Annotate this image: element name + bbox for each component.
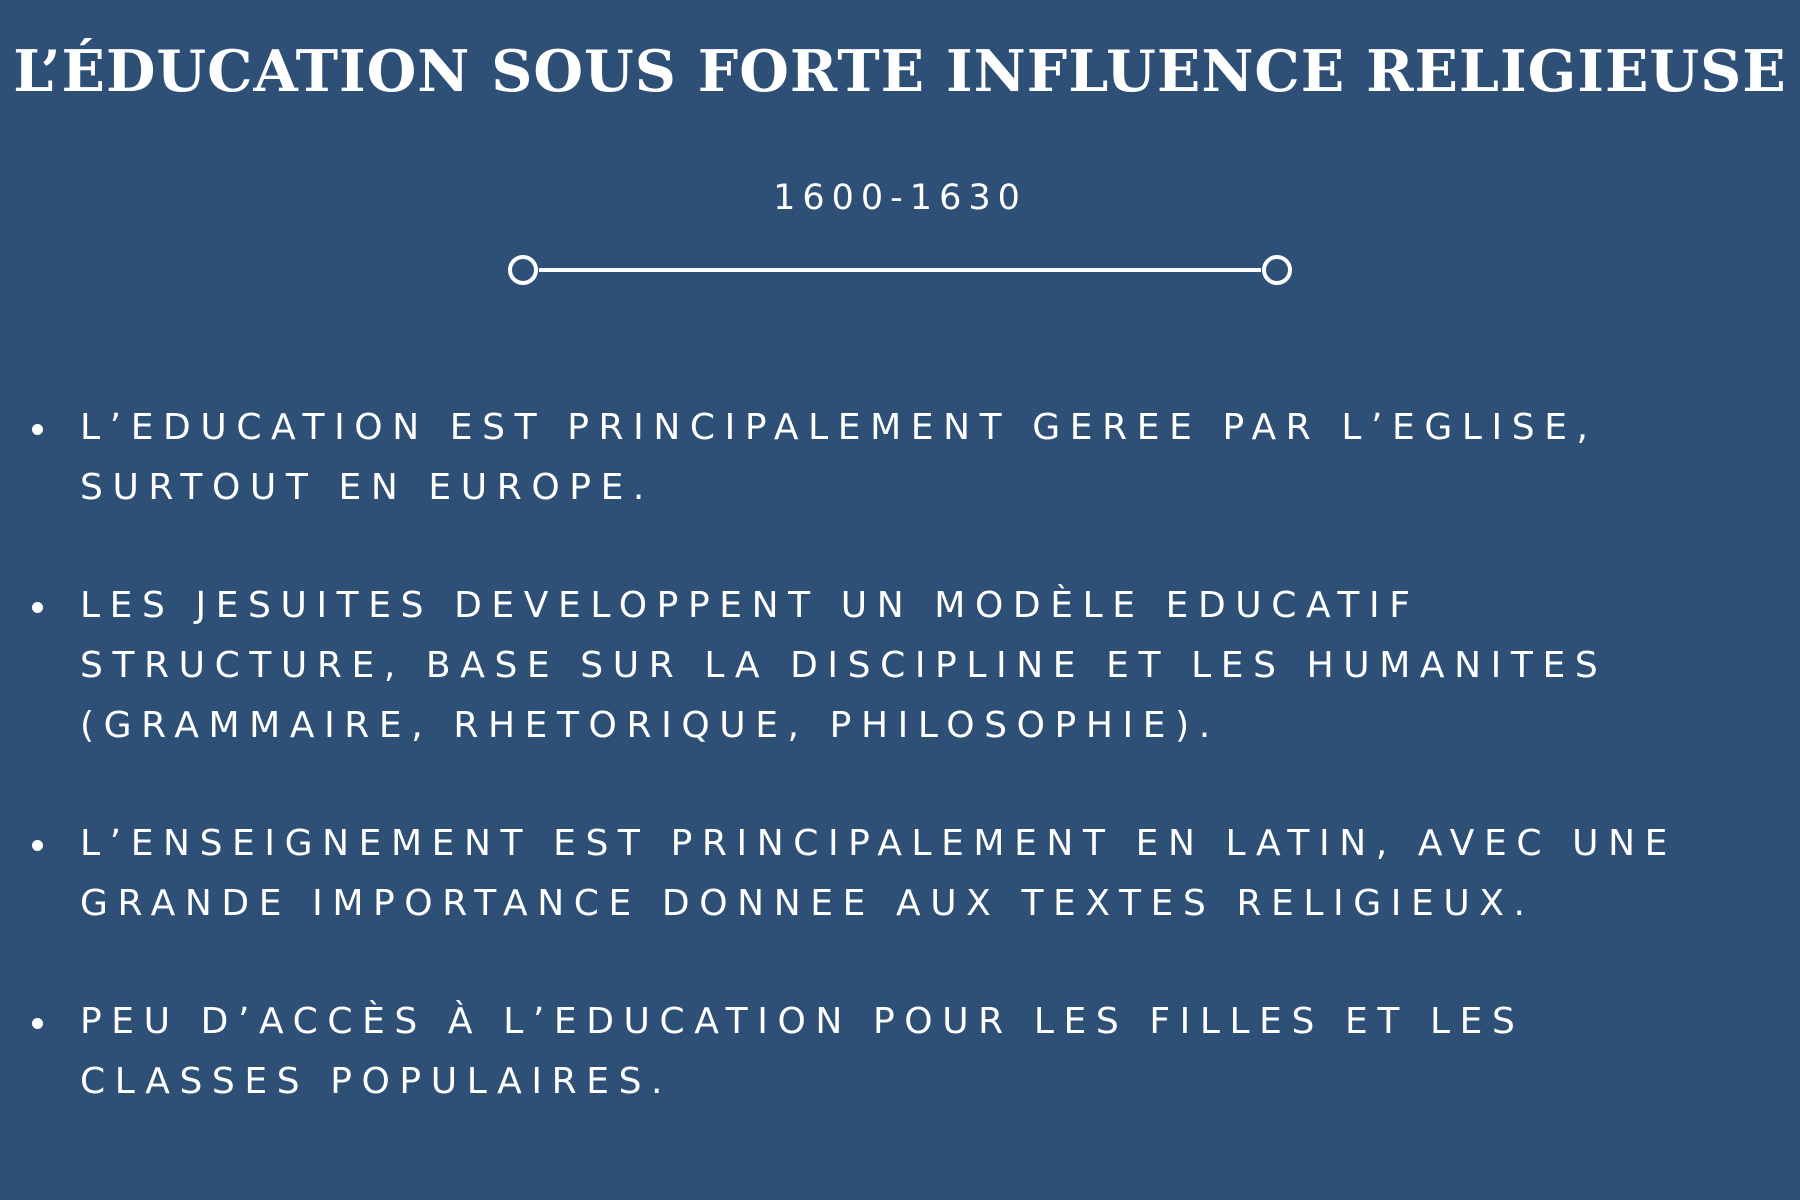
bullet-item: L’ENSEIGNEMENT EST PRINCIPALEMENT EN LAT… [32,814,1772,934]
bullet-line: (GRAMMAIRE, RHETORIQUE, PHILOSOPHIE). [80,705,1220,746]
bullet-line: GRANDE IMPORTANCE DONNEE AUX TEXTES RELI… [80,883,1535,924]
period-label: 1600-1630 [773,178,1027,218]
bullet-line: SURTOUT EN EUROPE. [80,467,654,508]
page-title: L’ÉDUCATION SOUS FORTE INFLUENCE RELIGIE… [13,38,1787,105]
bullet-item: LES JESUITES DEVELOPPENT UN MODÈLE EDUCA… [32,576,1772,756]
bullet-line: PEU D’ACCÈS À L’EDUCATION POUR LES FILLE… [80,1001,1525,1042]
bullet-line: L’ENSEIGNEMENT EST PRINCIPALEMENT EN LAT… [80,823,1677,864]
bullet-dot-icon [32,1018,43,1029]
bullet-item: PEU D’ACCÈS À L’EDUCATION POUR LES FILLE… [32,992,1772,1112]
bullet-list: L’EDUCATION EST PRINCIPALEMENT GEREE PAR… [32,398,1772,1170]
bullet-line: CLASSES POPULAIRES. [80,1061,673,1102]
bullet-dot-icon [32,602,43,613]
timeline-end-dot [1262,255,1292,285]
timeline-bar [508,255,1292,285]
bullet-dot-icon [32,424,43,435]
bullet-line: STRUCTURE, BASE SUR LA DISCIPLINE ET LES… [80,645,1608,686]
slide: L’ÉDUCATION SOUS FORTE INFLUENCE RELIGIE… [0,0,1800,1200]
bullet-dot-icon [32,840,43,851]
timeline-start-dot [508,255,538,285]
bullet-item: L’EDUCATION EST PRINCIPALEMENT GEREE PAR… [32,398,1772,518]
bullet-line: LES JESUITES DEVELOPPENT UN MODÈLE EDUCA… [80,585,1420,626]
bullet-line: L’EDUCATION EST PRINCIPALEMENT GEREE PAR… [80,407,1598,448]
